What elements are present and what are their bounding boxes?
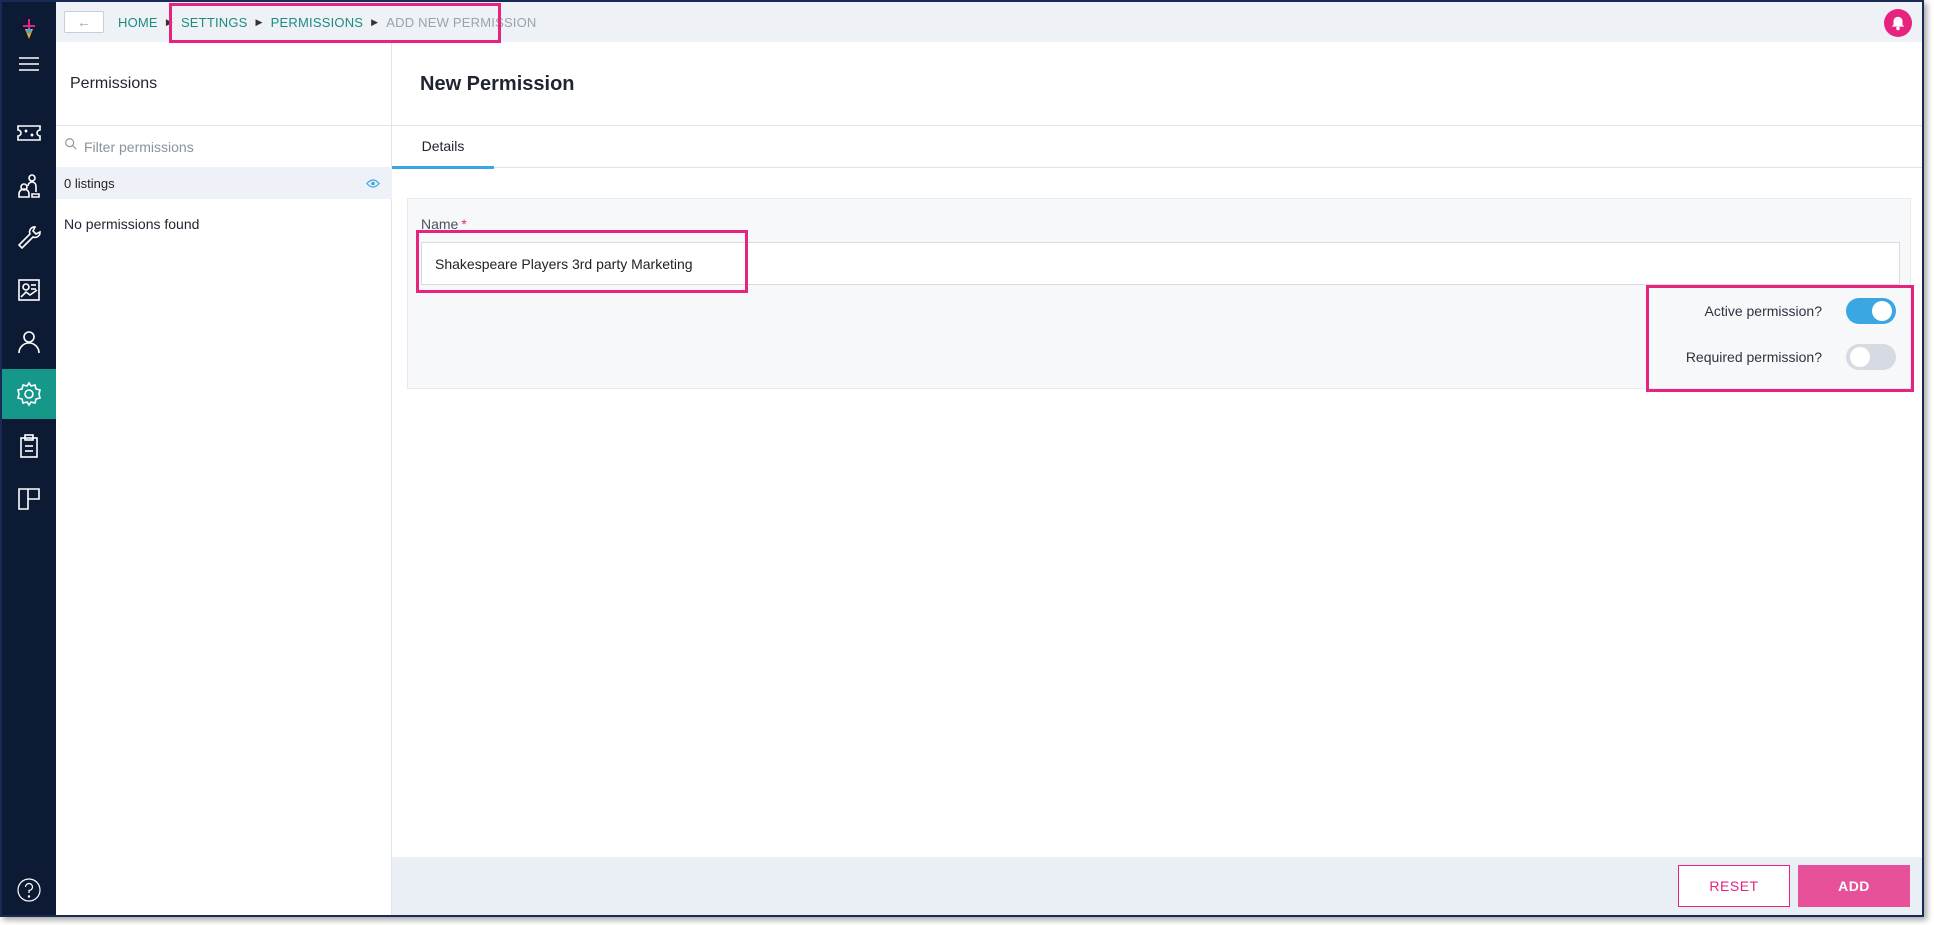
highlight-breadcrumb: [169, 3, 501, 43]
menu-icon[interactable]: [2, 39, 56, 89]
highlight-toggles: [1646, 285, 1914, 392]
layout-icon[interactable]: [2, 474, 56, 524]
filter-bar: [56, 125, 392, 167]
reset-button[interactable]: RESET: [1678, 865, 1790, 907]
highlight-name-field: [416, 230, 748, 293]
action-footer: RESET ADD: [392, 857, 1922, 915]
listings-count-bar: 0 listings: [56, 167, 392, 199]
help-icon[interactable]: [2, 865, 56, 915]
empty-state-message: No permissions found: [64, 216, 200, 232]
page-title: New Permission: [420, 73, 575, 95]
listings-count: 0 listings: [64, 175, 115, 191]
search-icon: [64, 137, 78, 156]
tab-bar: Details: [392, 125, 1922, 169]
report-icon[interactable]: [2, 265, 56, 315]
gear-icon[interactable]: [2, 369, 56, 419]
main-content: New Permission Details Name* Active perm…: [392, 42, 1922, 915]
app-window: ← HOME ▶ SETTINGS ▶ PERMISSIONS ▶ ADD NE…: [0, 0, 1924, 917]
user-icon[interactable]: [2, 317, 56, 367]
clipboard-icon[interactable]: [2, 421, 56, 471]
breadcrumb-home[interactable]: HOME: [118, 15, 158, 30]
eye-icon[interactable]: [366, 177, 380, 192]
tab-details[interactable]: Details: [392, 126, 494, 169]
nav-rail: [2, 2, 56, 915]
panel-title: Permissions: [70, 75, 158, 92]
filter-permissions-input[interactable]: [84, 138, 364, 155]
wrench-icon[interactable]: [2, 213, 56, 263]
add-button[interactable]: ADD: [1798, 865, 1910, 907]
ticket-icon[interactable]: [2, 108, 56, 158]
people-icon[interactable]: [2, 161, 56, 211]
permissions-panel: Permissions 0 listings No permissions fo…: [56, 42, 392, 915]
notification-bell-icon[interactable]: [1884, 9, 1912, 37]
back-button[interactable]: ←: [64, 11, 104, 33]
arrow-left-icon: ←: [77, 14, 91, 30]
